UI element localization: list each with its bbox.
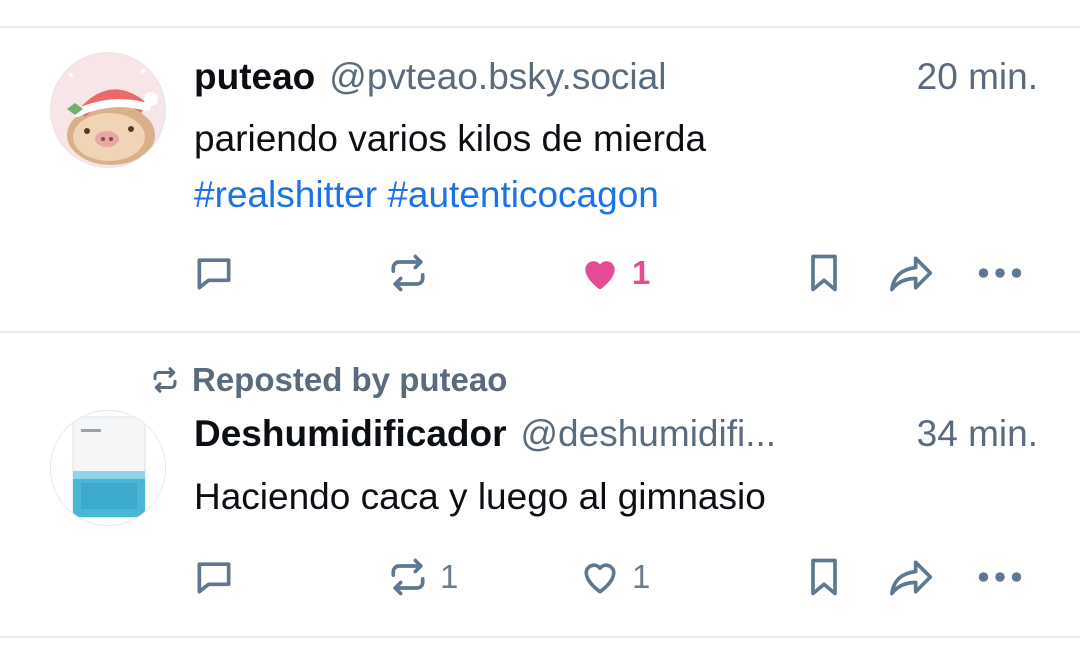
- post-text-line: pariendo varios kilos de mierda: [194, 118, 707, 159]
- post-actions: 1 1: [0, 549, 1080, 605]
- post-1[interactable]: puteao @pvteao.bsky.social 20 min. parie…: [0, 0, 1080, 332]
- reply-icon: [197, 562, 231, 594]
- share-button[interactable]: [888, 549, 936, 605]
- like-count: 1: [632, 254, 651, 291]
- more-options-button[interactable]: [976, 245, 1024, 301]
- dehumidifier-avatar-icon: [51, 411, 165, 525]
- share-icon: [889, 560, 933, 596]
- reposted-by[interactable]: Reposted by puteao: [150, 361, 507, 399]
- author-name[interactable]: puteao: [194, 56, 315, 98]
- like-count: 1: [632, 558, 651, 595]
- heart-outline-icon: [584, 563, 616, 594]
- hashtags: #realshitter #autenticocagon: [194, 167, 706, 223]
- bottom-divider: [0, 636, 1080, 638]
- post-text-line: Haciendo caca y luego al gimnasio: [194, 476, 766, 517]
- share-button[interactable]: [888, 245, 936, 301]
- more-icon: [978, 572, 1022, 582]
- share-icon: [889, 256, 933, 292]
- repost-icon: [391, 558, 425, 596]
- bookmark-icon: [811, 558, 837, 596]
- reply-button[interactable]: [192, 245, 236, 301]
- author-handle[interactable]: @deshumidifi...: [521, 413, 903, 455]
- more-options-button[interactable]: [976, 549, 1024, 605]
- repost-count: 1: [440, 558, 459, 595]
- author-name[interactable]: Deshumidificador: [194, 413, 507, 455]
- reply-icon: [197, 258, 231, 290]
- post-2[interactable]: Reposted by puteao Deshumidificador @des…: [0, 333, 1080, 638]
- avatar[interactable]: [50, 410, 166, 526]
- post-header: Deshumidificador @deshumidifi... 34 min.: [194, 413, 1038, 455]
- repost-button[interactable]: 1: [386, 549, 458, 605]
- more-icon: [978, 268, 1022, 278]
- bookmark-button[interactable]: [802, 549, 846, 605]
- bookmark-button[interactable]: [802, 245, 846, 301]
- pig-avatar-icon: [51, 53, 165, 167]
- hashtag-link[interactable]: #autenticocagon: [387, 174, 659, 215]
- bookmark-icon: [811, 254, 837, 292]
- heart-filled-icon: [585, 261, 615, 290]
- like-button[interactable]: 1: [578, 549, 650, 605]
- hashtag-link[interactable]: #realshitter: [194, 174, 377, 215]
- post-header: puteao @pvteao.bsky.social 20 min.: [194, 56, 1038, 98]
- avatar[interactable]: [50, 52, 166, 168]
- repost-button[interactable]: [386, 245, 430, 301]
- reposted-by-label: Reposted by puteao: [192, 361, 508, 398]
- reply-button[interactable]: [192, 549, 236, 605]
- repost-icon: [153, 367, 177, 393]
- post-time[interactable]: 20 min.: [917, 56, 1038, 98]
- post-actions: 1: [0, 245, 1080, 301]
- post-time[interactable]: 34 min.: [917, 413, 1038, 455]
- like-button[interactable]: 1: [578, 245, 650, 301]
- post-text: Haciendo caca y luego al gimnasio: [194, 469, 766, 525]
- post-text: pariendo varios kilos de mierda #realshi…: [194, 111, 706, 223]
- author-handle[interactable]: @pvteao.bsky.social: [329, 56, 902, 98]
- repost-icon: [391, 254, 425, 292]
